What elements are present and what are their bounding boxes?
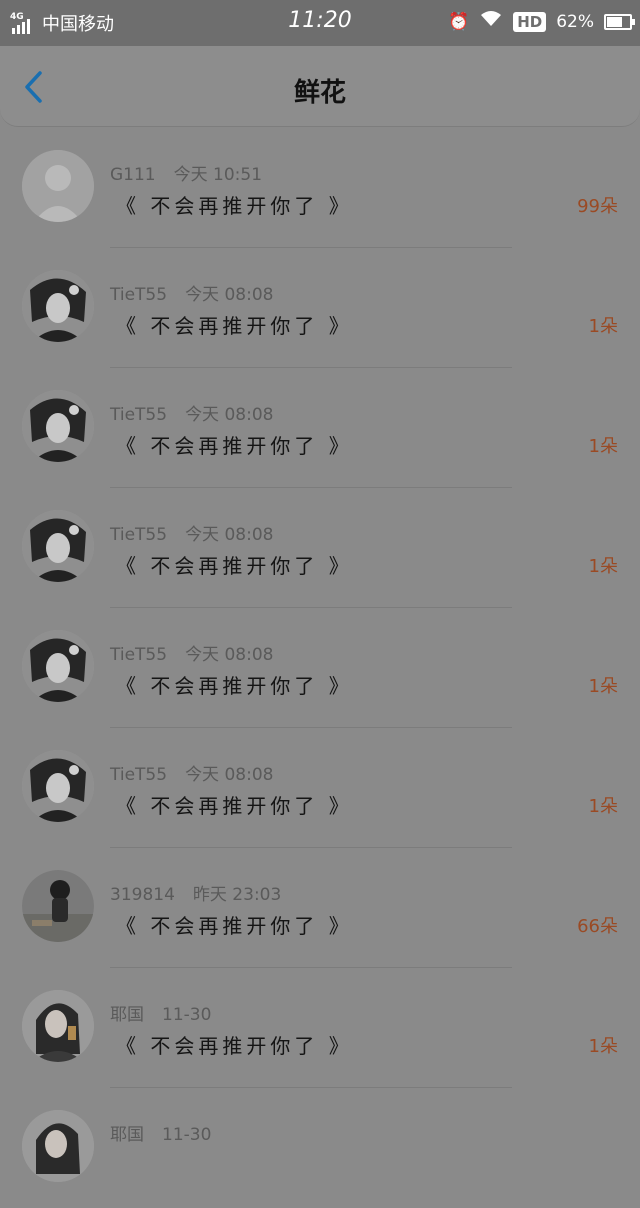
list-item[interactable]: TieT55 今天 08:08 《 不会再推开你了 》 1朵	[0, 368, 640, 488]
message-text: 《 不会再推开你了 》	[116, 794, 353, 818]
user-name[interactable]: TieT55	[110, 405, 167, 425]
item-meta: 耶国 11-30	[110, 1000, 211, 1025]
message-text: 《 不会再推开你了 》	[116, 674, 353, 698]
wifi-icon	[479, 10, 503, 33]
flower-count: 1朵	[588, 316, 618, 337]
list-item[interactable]: 耶国 11-30 《 不会再推开你了 》 1朵	[0, 968, 640, 1088]
user-name[interactable]: 耶国	[110, 1005, 144, 1025]
message-text: 《 不会再推开你了 》	[116, 914, 353, 938]
flower-list: G111 今天 10:51 《 不会再推开你了 》 99朵 TieT55 今天 08…	[0, 128, 640, 1208]
avatar[interactable]	[22, 990, 94, 1062]
list-item[interactable]: 319814 昨天 23:03 《 不会再推开你了 》 66朵	[0, 848, 640, 968]
flower-count: 1朵	[588, 436, 618, 457]
timestamp: 今天 08:08	[185, 405, 274, 425]
item-meta: G111 今天 10:51	[110, 160, 262, 185]
flower-count: 1朵	[588, 556, 618, 577]
user-name[interactable]: TieT55	[110, 645, 167, 665]
message-text: 《 不会再推开你了 》	[116, 194, 353, 218]
list-item[interactable]: TieT55 今天 08:08 《 不会再推开你了 》 1朵	[0, 608, 640, 728]
nav-bar: 鲜花	[0, 46, 640, 127]
user-name[interactable]: 耶国	[110, 1125, 144, 1145]
avatar[interactable]	[22, 270, 94, 342]
message-text: 《 不会再推开你了 》	[116, 314, 353, 338]
timestamp: 今天 08:08	[185, 765, 274, 785]
user-name[interactable]: 319814	[110, 885, 175, 905]
avatar[interactable]	[22, 510, 94, 582]
item-meta: TieT55 今天 08:08	[110, 640, 273, 665]
timestamp: 昨天 23:03	[192, 885, 282, 905]
timestamp: 今天 08:08	[185, 525, 274, 545]
timestamp: 今天 08:08	[185, 285, 274, 305]
flower-count: 1朵	[588, 676, 618, 697]
timestamp: 11-30	[162, 1005, 212, 1025]
flower-count: 1朵	[588, 796, 618, 817]
list-item[interactable]: TieT55 今天 08:08 《 不会再推开你了 》 1朵	[0, 488, 640, 608]
message-text: 《 不会再推开你了 》	[116, 554, 353, 578]
item-meta: 319814 昨天 23:03	[110, 880, 281, 905]
status-right: ⏰ HD 62%	[448, 10, 635, 33]
status-bar: 4G 中国移动 11:20 ⏰ HD 62%	[0, 0, 640, 46]
battery-percent: 62%	[556, 11, 594, 32]
avatar[interactable]	[22, 1110, 94, 1182]
page-title: 鲜花	[293, 78, 346, 108]
user-name[interactable]: TieT55	[110, 285, 167, 305]
user-name[interactable]: TieT55	[110, 765, 167, 785]
list-item[interactable]: TieT55 今天 08:08 《 不会再推开你了 》 1朵	[0, 728, 640, 848]
message-text: 《 不会再推开你了 》	[116, 434, 353, 458]
avatar[interactable]	[22, 150, 94, 222]
list-item[interactable]: G111 今天 10:51 《 不会再推开你了 》 99朵	[0, 128, 640, 248]
item-meta: TieT55 今天 08:08	[110, 520, 273, 545]
list-item[interactable]: TieT55 今天 08:08 《 不会再推开你了 》 1朵	[0, 248, 640, 368]
item-meta: TieT55 今天 08:08	[110, 400, 273, 425]
user-name[interactable]: TieT55	[110, 525, 167, 545]
timestamp: 11-30	[162, 1125, 212, 1145]
flower-count: 99朵	[577, 196, 618, 217]
battery-charging-icon	[604, 13, 635, 30]
timestamp: 今天 10:51	[173, 165, 263, 185]
item-meta: 耶国 11-30	[110, 1120, 211, 1145]
item-meta: TieT55 今天 08:08	[110, 280, 273, 305]
flower-count: 66朵	[577, 916, 618, 937]
hd-badge: HD	[513, 11, 547, 32]
avatar[interactable]	[22, 750, 94, 822]
alarm-icon: ⏰	[448, 11, 470, 32]
avatar[interactable]	[22, 630, 94, 702]
item-meta: TieT55 今天 08:08	[110, 760, 273, 785]
list-item[interactable]: 耶国 11-30	[0, 1088, 640, 1208]
avatar[interactable]	[22, 870, 94, 942]
message-text: 《 不会再推开你了 》	[116, 1034, 353, 1058]
user-name[interactable]: G111	[110, 165, 156, 185]
avatar[interactable]	[22, 390, 94, 462]
timestamp: 今天 08:08	[185, 645, 274, 665]
flower-count: 1朵	[588, 1036, 618, 1057]
